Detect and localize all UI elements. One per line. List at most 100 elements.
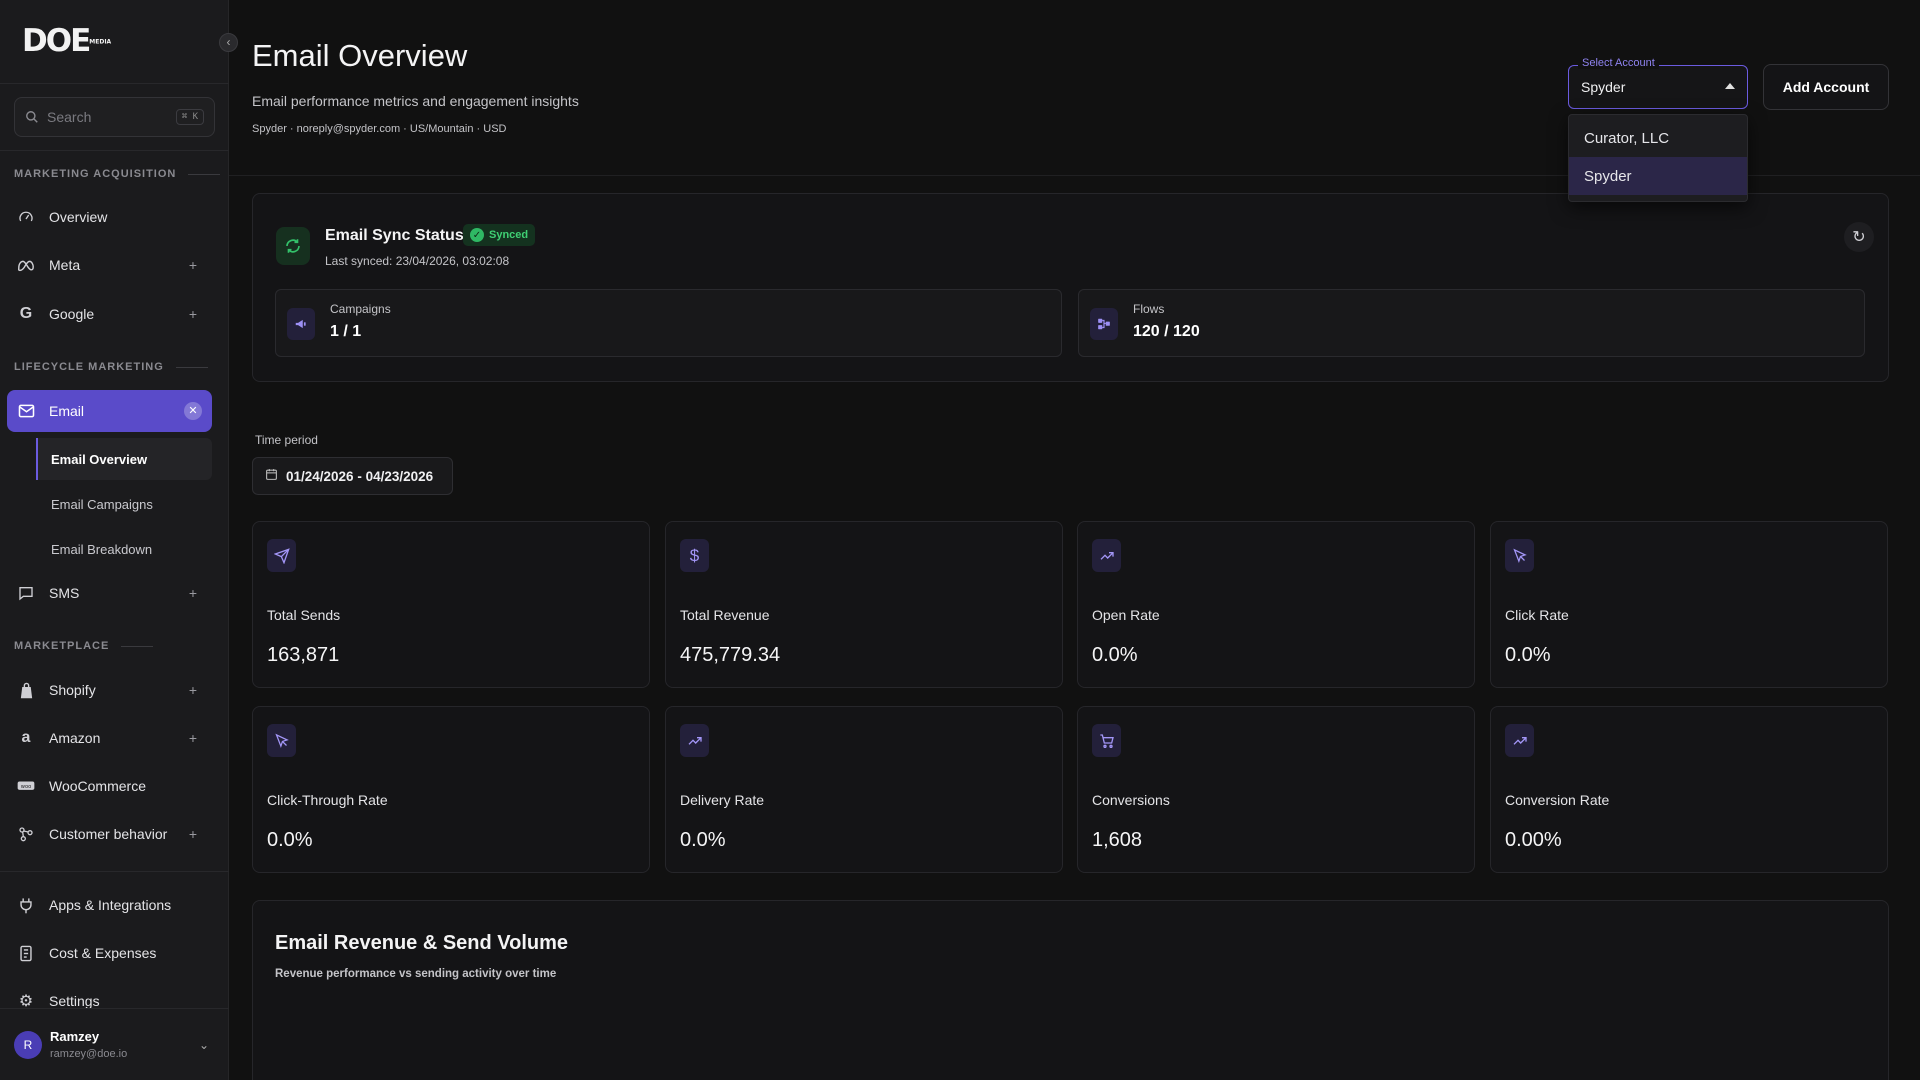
user-name: Ramzey — [50, 1029, 100, 1044]
flows-sync-stat: Flows 120 / 120 — [1078, 289, 1865, 357]
metric-label: Open Rate — [1092, 607, 1160, 623]
expand-plus-icon[interactable]: + — [182, 306, 204, 322]
account-select[interactable]: Select Account Spyder — [1568, 57, 1748, 109]
metric-value: 0.0% — [1092, 644, 1138, 666]
expand-plus-icon[interactable]: + — [182, 257, 204, 273]
sidebar-item-label: WooCommerce — [49, 778, 146, 794]
sidebar-divider — [0, 83, 229, 84]
metric-card: Conversions 1,608 — [1077, 706, 1475, 873]
check-icon: ✓ — [470, 228, 484, 242]
sidebar-item-apps-integrations[interactable]: Apps & Integrations — [7, 884, 212, 926]
collapse-sidebar-button[interactable]: ‹ — [219, 33, 238, 52]
sidebar-item-woocommerce[interactable]: woo WooCommerce — [7, 765, 212, 807]
date-range-picker[interactable]: 01/24/2026 - 04/23/2026 — [252, 457, 453, 495]
account-meta: Spyder · noreply@spyder.com · US/Mountai… — [252, 123, 507, 135]
metric-card: Delivery Rate 0.0% — [665, 706, 1063, 873]
sidebar-item-email[interactable]: Email ✕ — [7, 390, 212, 432]
avatar: R — [14, 1030, 42, 1059]
metric-label: Click Rate — [1505, 607, 1569, 623]
section-marketplace: MARKETPLACE — [14, 640, 153, 652]
flow-icon — [1090, 308, 1118, 340]
account-option[interactable]: Spyder — [1569, 157, 1747, 195]
sidebar-item-customer-behavior[interactable]: Customer behavior + — [7, 813, 212, 855]
close-icon[interactable]: ✕ — [184, 402, 202, 420]
page-title: Email Overview — [252, 38, 468, 73]
sidebar-item-meta[interactable]: Meta + — [7, 244, 212, 286]
sidebar: DOEMEDIA Search ⌘ K MARKETING ACQUISITIO… — [0, 0, 229, 1080]
sidebar-item-label: SMS — [49, 585, 80, 601]
caret-up-icon — [1725, 83, 1735, 89]
receipt-icon — [17, 944, 35, 962]
sidebar-item-google[interactable]: G Google + — [7, 293, 212, 335]
sidebar-item-amazon[interactable]: a Amazon + — [7, 717, 212, 759]
shopify-icon — [17, 681, 35, 699]
metric-card: Open Rate 0.0% — [1077, 521, 1475, 688]
stat-label: Campaigns — [330, 302, 391, 316]
search-placeholder: Search — [47, 109, 92, 125]
sidebar-item-label: Email — [49, 403, 85, 419]
chart-subtitle: Revenue performance vs sending activity … — [275, 968, 557, 980]
metric-value: 0.0% — [680, 829, 726, 851]
chevron-down-icon[interactable]: ⌄ — [199, 1038, 209, 1052]
metric-value: 0.0% — [267, 829, 313, 851]
status-badge-label: Synced — [489, 229, 529, 241]
message-icon — [17, 584, 35, 602]
page-subtitle: Email performance metrics and engagement… — [252, 93, 579, 109]
metric-label: Conversions — [1092, 792, 1170, 808]
user-menu[interactable]: R Ramzey ramzey@doe.io ⌄ — [0, 1008, 229, 1080]
sidebar-item-label: Settings — [49, 993, 100, 1009]
metric-value: 163,871 — [267, 644, 340, 666]
sidebar-item-label: Customer behavior — [49, 826, 168, 842]
metric-value: 0.0% — [1505, 644, 1551, 666]
sidebar-subitem-email-overview[interactable]: Email Overview — [36, 438, 212, 480]
section-marketing-acquisition: MARKETING ACQUISITION — [14, 168, 220, 180]
trending-up-icon — [1505, 724, 1534, 757]
sidebar-item-shopify[interactable]: Shopify + — [7, 669, 212, 711]
brand-logo[interactable]: DOEMEDIA — [22, 26, 111, 58]
add-account-button[interactable]: Add Account — [1763, 64, 1889, 110]
refresh-button[interactable]: ↻ — [1844, 222, 1874, 252]
sidebar-item-label: Shopify — [49, 682, 96, 698]
sidebar-divider — [0, 871, 229, 872]
stat-value: 1 / 1 — [330, 323, 362, 340]
account-option[interactable]: Curator, LLC — [1569, 119, 1747, 157]
cart-icon — [1092, 724, 1121, 757]
expand-plus-icon[interactable]: + — [182, 682, 204, 698]
sync-title: Email Sync Status — [325, 227, 464, 244]
nodes-icon — [17, 825, 35, 843]
sidebar-search[interactable]: Search ⌘ K — [14, 97, 215, 137]
calendar-icon — [265, 468, 278, 484]
expand-plus-icon[interactable]: + — [182, 585, 204, 601]
metric-card: Click Rate 0.0% — [1490, 521, 1888, 688]
sidebar-subitem-email-breakdown[interactable]: Email Breakdown — [36, 528, 212, 570]
expand-plus-icon[interactable]: + — [182, 826, 204, 842]
stat-label: Flows — [1133, 302, 1165, 316]
trending-up-icon — [1092, 539, 1121, 572]
search-icon — [26, 111, 38, 123]
stat-value: 120 / 120 — [1133, 323, 1200, 340]
account-select-label: Select Account — [1578, 57, 1659, 69]
email-sync-status-card: Email Sync Status ✓ Synced Last synced: … — [252, 193, 1889, 382]
metric-card: Click-Through Rate 0.0% — [252, 706, 650, 873]
user-email: ramzey@doe.io — [50, 1048, 128, 1060]
metric-card: Total Sends 163,871 — [252, 521, 650, 688]
metric-label: Delivery Rate — [680, 792, 765, 808]
google-icon: G — [19, 305, 33, 322]
revenue-send-volume-card: Email Revenue & Send Volume Revenue perf… — [252, 900, 1889, 1080]
sidebar-item-cost-expenses[interactable]: Cost & Expenses — [7, 932, 212, 974]
search-shortcut: ⌘ K — [175, 109, 204, 125]
metric-label: Total Revenue — [680, 607, 770, 623]
mail-icon — [17, 402, 35, 420]
cursor-icon — [1505, 539, 1534, 572]
meta-icon — [17, 256, 35, 274]
sidebar-divider — [0, 150, 229, 151]
sidebar-item-sms[interactable]: SMS + — [7, 572, 212, 614]
woocommerce-icon: woo — [17, 777, 35, 795]
sidebar-item-label: Overview — [49, 209, 108, 225]
time-period-label: Time period — [255, 433, 318, 447]
expand-plus-icon[interactable]: + — [182, 730, 204, 746]
sidebar-subitem-email-campaigns[interactable]: Email Campaigns — [36, 483, 212, 525]
sidebar-item-label: Amazon — [49, 730, 101, 746]
sidebar-item-overview[interactable]: Overview — [7, 196, 212, 238]
metric-value: 1,608 — [1092, 829, 1143, 851]
